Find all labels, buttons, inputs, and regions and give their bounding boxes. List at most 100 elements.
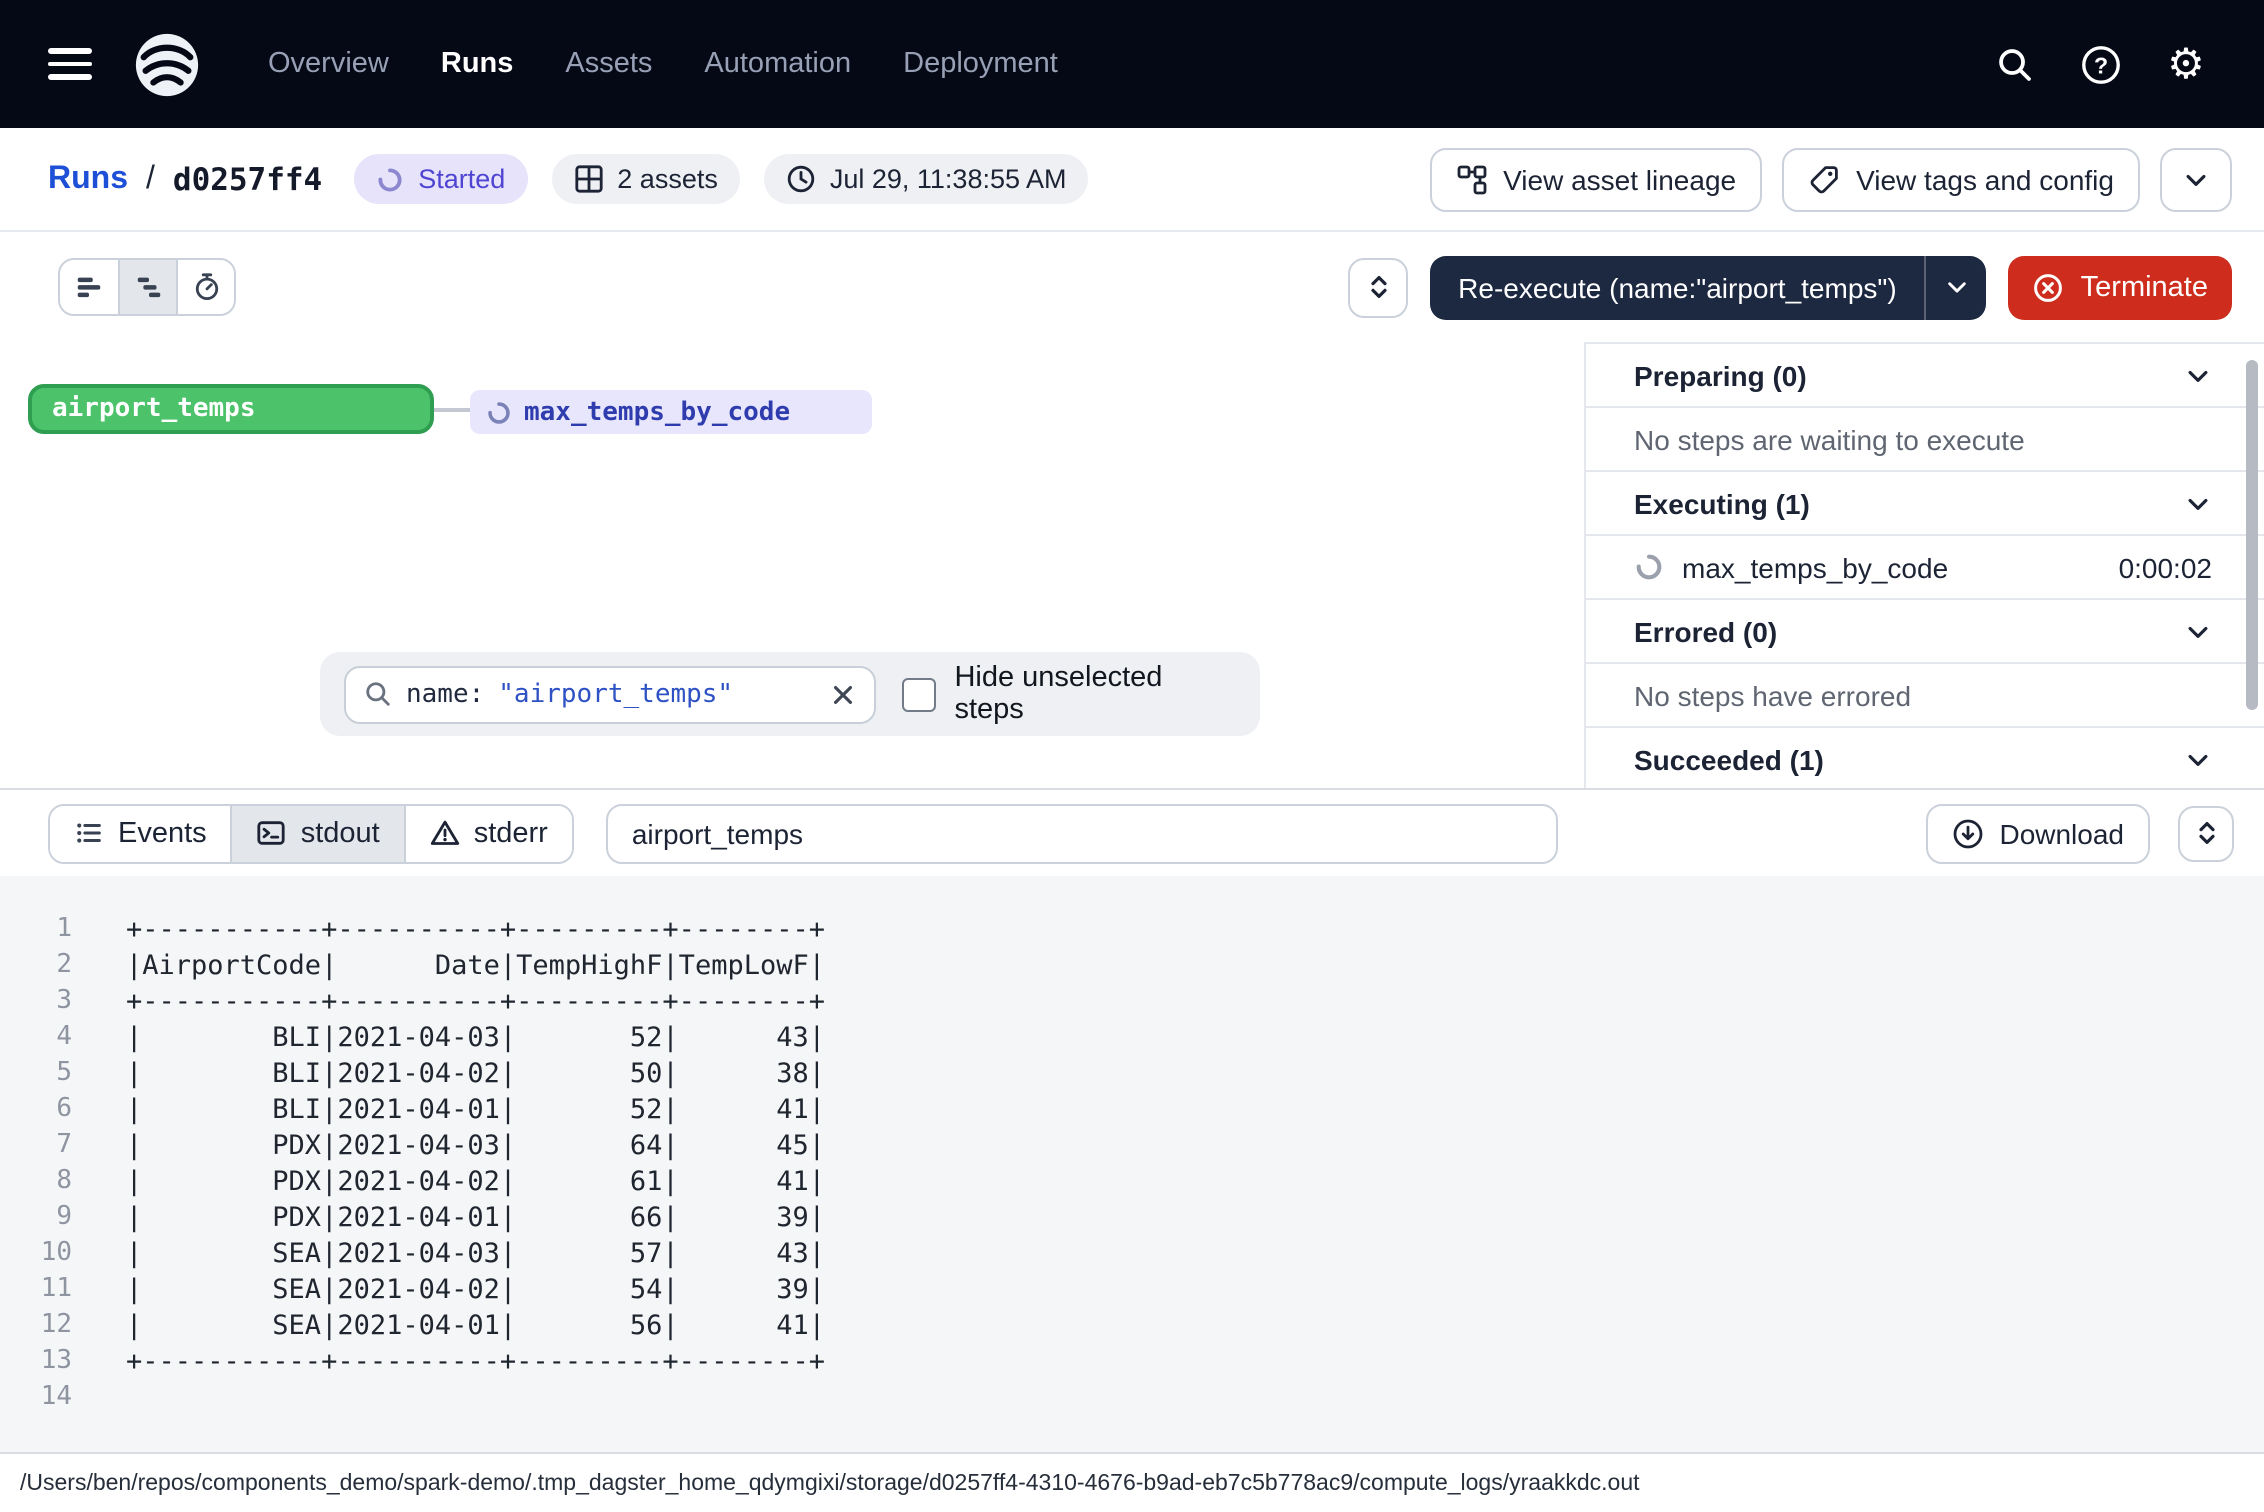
lineage-icon xyxy=(1455,163,1487,195)
spinner-icon xyxy=(376,165,404,193)
nav-item-assets[interactable]: Assets xyxy=(543,32,674,96)
help-icon[interactable]: ? xyxy=(2070,34,2130,94)
run-gantt-section: airport_temps max_temps_by_code name: "ai… xyxy=(0,342,2264,788)
primary-nav: Overview Runs Assets Automation Deployme… xyxy=(246,32,1080,96)
chevron-down-icon xyxy=(2184,745,2212,773)
search-icon[interactable] xyxy=(1984,34,2044,94)
log-line: 2|AirportCode| Date|TempHighF|TempLowF| xyxy=(0,948,2264,984)
gantt-waterfall-icon xyxy=(133,272,163,302)
log-file-path-bar: /Users/ben/repos/components_demo/spark-d… xyxy=(0,1452,2264,1512)
step-search-input[interactable]: name: "airport_temps" xyxy=(344,665,876,723)
log-toolbar: Events stdout stderr xyxy=(0,788,2264,876)
log-line: 5| BLI|2021-04-02| 50| 38| xyxy=(0,1056,2264,1092)
view-tags-config-button[interactable]: View tags and config xyxy=(1782,147,2140,211)
log-line: 11| SEA|2021-04-02| 54| 39| xyxy=(0,1272,2264,1308)
chevron-down-icon xyxy=(2184,361,2212,389)
warning-triangle-icon xyxy=(430,818,460,848)
section-preparing-empty: No steps are waiting to execute xyxy=(1586,406,2264,470)
terminal-icon xyxy=(257,818,287,848)
cancel-circle-icon xyxy=(2033,271,2065,303)
panel-scrollbar[interactable] xyxy=(2246,360,2258,710)
gantt-flat-view-button[interactable] xyxy=(60,260,118,314)
grid-icon xyxy=(573,164,603,194)
dagster-logo-icon[interactable] xyxy=(132,29,202,99)
navbar-actions: ? ⚙ xyxy=(1984,34,2216,94)
status-badge: Started xyxy=(354,154,527,204)
step-graph-area: airport_temps max_temps_by_code name: "ai… xyxy=(0,342,1584,788)
log-step-filter-input[interactable] xyxy=(606,803,1558,863)
assets-badge[interactable]: 2 assets xyxy=(551,154,740,204)
section-errored-empty: No steps have errored xyxy=(1586,662,2264,726)
log-line: 12| SEA|2021-04-01| 56| 41| xyxy=(0,1308,2264,1344)
executing-step-elapsed: 0:00:02 xyxy=(2119,551,2212,583)
dagster-run-page: Overview Runs Assets Automation Deployme… xyxy=(0,0,2264,1512)
query-value: "airport_temps" xyxy=(498,679,733,709)
nav-item-automation[interactable]: Automation xyxy=(682,32,873,96)
collapse-header-button[interactable] xyxy=(2160,147,2232,211)
run-toolbar: Re-execute (name:"airport_temps") Termin… xyxy=(0,232,2264,342)
log-line: 13+-----------+----------+---------+----… xyxy=(0,1344,2264,1380)
reexecute-button[interactable]: Re-execute (name:"airport_temps") xyxy=(1430,255,1987,319)
view-asset-lineage-button[interactable]: View asset lineage xyxy=(1429,147,1762,211)
breadcrumb-runs-link[interactable]: Runs xyxy=(48,161,128,197)
tab-stderr[interactable]: stderr xyxy=(404,805,572,861)
log-file-path: /Users/ben/repos/components_demo/spark-d… xyxy=(20,1471,1640,1495)
log-line: 10| SEA|2021-04-03| 57| 43| xyxy=(0,1236,2264,1272)
section-executing-header[interactable]: Executing (1) xyxy=(1586,470,2264,534)
section-preparing-header[interactable]: Preparing (0) xyxy=(1586,342,2264,406)
reexecute-dropdown-caret[interactable] xyxy=(1927,255,1987,319)
breadcrumb-separator: / xyxy=(146,161,155,197)
clock-icon xyxy=(786,164,816,194)
step-node-airport-temps[interactable]: airport_temps xyxy=(28,384,434,434)
node-connector-line xyxy=(434,408,470,412)
log-line: 9| PDX|2021-04-01| 66| 39| xyxy=(0,1200,2264,1236)
settings-gear-icon[interactable]: ⚙ xyxy=(2156,34,2216,94)
toolbar-actions: Re-execute (name:"airport_temps") Termin… xyxy=(1348,255,2232,319)
run-header: Runs / d0257ff4 Started 2 assets xyxy=(0,128,2264,232)
clear-search-icon[interactable] xyxy=(830,681,856,707)
nav-item-runs[interactable]: Runs xyxy=(419,32,536,96)
download-button[interactable]: Download xyxy=(1925,803,2150,863)
nav-item-overview[interactable]: Overview xyxy=(246,32,411,96)
log-line: 1+-----------+----------+---------+-----… xyxy=(0,912,2264,948)
query-prefix: name: xyxy=(406,679,484,709)
hide-unselected-steps-toggle[interactable]: Hide unselected steps xyxy=(902,662,1236,726)
nav-item-deployment[interactable]: Deployment xyxy=(881,32,1080,96)
step-node-max-temps-by-code[interactable]: max_temps_by_code xyxy=(470,390,872,434)
executing-step-name: max_temps_by_code xyxy=(1682,551,1948,583)
menu-icon[interactable] xyxy=(48,48,92,80)
hide-unselected-checkbox[interactable] xyxy=(902,677,936,711)
caret-down-icon xyxy=(1944,274,1970,300)
step-filter-bar: name: "airport_temps" Hide unselected ste… xyxy=(320,652,1260,736)
executing-step-row[interactable]: max_temps_by_code 0:00:02 xyxy=(1586,534,2264,598)
zoom-unfold-button[interactable] xyxy=(1348,257,1408,317)
search-icon xyxy=(364,680,392,708)
list-icon xyxy=(74,818,104,848)
unfold-icon xyxy=(1363,272,1393,302)
log-line: 7| PDX|2021-04-03| 64| 45| xyxy=(0,1128,2264,1164)
tab-events[interactable]: Events xyxy=(50,805,231,861)
chevron-down-icon xyxy=(2182,165,2210,193)
log-line: 8| PDX|2021-04-02| 61| 41| xyxy=(0,1164,2264,1200)
timer-view-button[interactable] xyxy=(176,260,234,314)
log-line: 14 xyxy=(0,1380,2264,1416)
run-id: d0257ff4 xyxy=(173,161,322,197)
tab-stdout[interactable]: stdout xyxy=(231,805,404,861)
chevron-down-icon xyxy=(2184,617,2212,645)
log-actions: Download xyxy=(1925,803,2234,863)
tag-icon xyxy=(1808,163,1840,195)
expand-log-button[interactable] xyxy=(2178,805,2234,861)
log-tabs: Events stdout stderr xyxy=(48,803,574,863)
terminate-button[interactable]: Terminate xyxy=(2009,255,2232,319)
section-errored-header[interactable]: Errored (0) xyxy=(1586,598,2264,662)
download-icon xyxy=(1951,817,1983,849)
gantt-waterfall-view-button[interactable] xyxy=(118,260,176,314)
run-steps-panel: Preparing (0) No steps are waiting to ex… xyxy=(1584,342,2264,788)
stdout-log-viewer[interactable]: 1+-----------+----------+---------+-----… xyxy=(0,876,2264,1452)
view-mode-segmented-control xyxy=(58,258,236,316)
log-line: 4| BLI|2021-04-03| 52| 43| xyxy=(0,1020,2264,1056)
svg-text:?: ? xyxy=(2093,51,2107,77)
section-succeeded-header[interactable]: Succeeded (1) xyxy=(1586,726,2264,788)
spinner-icon xyxy=(1634,552,1664,582)
stopwatch-icon xyxy=(191,272,221,302)
